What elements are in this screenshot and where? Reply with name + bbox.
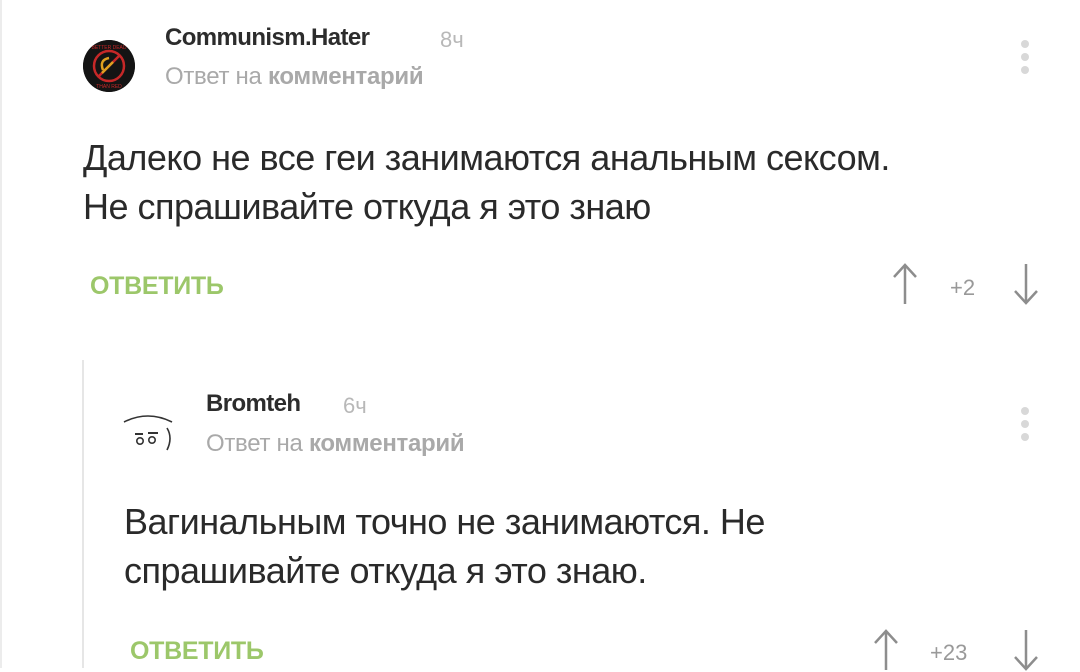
avatar-hammer-sickle-icon: BETTER DEAD THAN RED [83,40,135,92]
comment-time: 6ч [343,393,367,418]
avatar-caption-bottom: THAN RED [96,84,122,90]
comment-body: Далеко не все геи занимаются анальным се… [83,133,890,231]
avatar[interactable]: BETTER DEAD THAN RED [83,40,135,92]
arrow-down-icon[interactable] [1012,262,1040,306]
comment-text-line: Вагинальным точно не занимаются. Не [124,501,765,542]
comment-text-line: спрашивайте откуда я это знаю. [124,550,647,591]
rating-score: +2 [950,275,976,300]
arrow-up-icon[interactable] [891,262,919,306]
comment-body: Вагинальным точно не занимаются. Не спра… [124,497,765,595]
thread-line [0,0,2,668]
arrow-down-icon[interactable] [1012,628,1040,672]
avatar[interactable] [120,408,176,464]
author-name[interactable]: Bromteh [206,390,301,418]
reply-prefix: Ответ на [165,63,262,90]
reply-context: Ответ на комментарий [206,430,465,458]
avatar-sketch-face-icon [123,415,173,451]
comment-text-line: Далеко не все геи занимаются анальным се… [83,137,890,178]
thread-line [82,360,84,668]
reply-button[interactable]: ОТВЕТИТЬ [90,272,224,301]
arrow-up-icon[interactable] [872,628,900,672]
reply-context: Ответ на комментарий [165,63,424,91]
comment-time: 8ч [440,27,464,52]
more-vertical-icon[interactable] [1018,405,1032,445]
parent-comment-link[interactable]: комментарий [268,63,424,90]
author-name[interactable]: Communism.Hater [165,24,370,52]
avatar-caption-top: BETTER DEAD [91,45,126,51]
reply-button[interactable]: ОТВЕТИТЬ [130,637,264,666]
more-vertical-icon[interactable] [1018,38,1032,78]
rating-score: +23 [930,640,968,665]
reply-prefix: Ответ на [206,430,303,457]
parent-comment-link[interactable]: комментарий [309,430,465,457]
comment-text-line: Не спрашивайте откуда я это знаю [83,186,651,227]
